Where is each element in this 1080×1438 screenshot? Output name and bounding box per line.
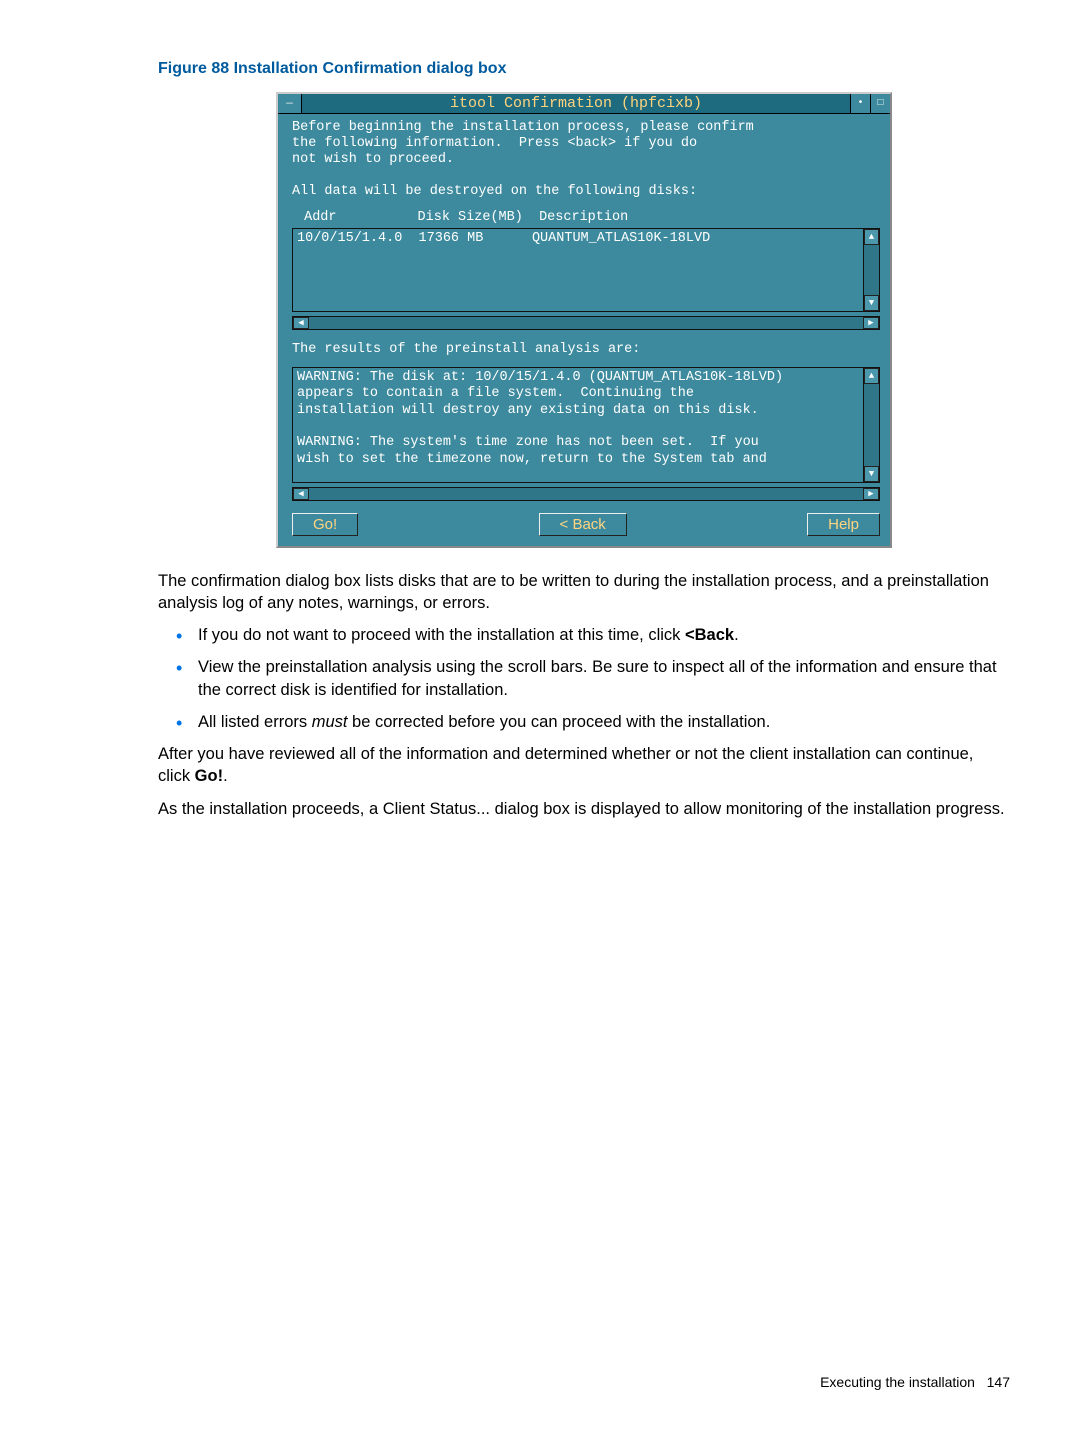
scroll-track[interactable] <box>864 384 879 466</box>
scroll-up-icon[interactable]: ▲ <box>864 368 879 384</box>
footer-section: Executing the installation <box>820 1374 975 1390</box>
list-item: View the preinstallation analysis using … <box>158 656 1010 701</box>
titlebar: — itool Confirmation (hpfcixb) • □ <box>278 94 890 114</box>
maximize-icon[interactable]: □ <box>870 94 890 113</box>
scroll-down-icon[interactable]: ▼ <box>864 466 879 482</box>
li-text: . <box>734 626 739 644</box>
analysis-panel: WARNING: The disk at: 10/0/15/1.4.0 (QUA… <box>292 367 880 483</box>
scrollbar-vertical[interactable]: ▲ ▼ <box>863 368 879 482</box>
scroll-up-icon[interactable]: ▲ <box>864 229 879 245</box>
scroll-down-icon[interactable]: ▼ <box>864 295 879 311</box>
li-text: If you do not want to proceed with the i… <box>198 626 685 644</box>
minimize-icon[interactable]: • <box>850 94 870 113</box>
scroll-h-track[interactable] <box>309 317 863 329</box>
help-button[interactable]: Help <box>807 513 880 536</box>
back-button[interactable]: < Back <box>539 513 627 536</box>
analysis-label: The results of the preinstall analysis a… <box>292 342 880 357</box>
list-item: All listed errors must be corrected befo… <box>158 711 1010 733</box>
figure-caption: Figure 88 Installation Confirmation dial… <box>158 60 1010 78</box>
scroll-right-icon[interactable]: ▶ <box>863 488 879 500</box>
window-menu-icon[interactable]: — <box>278 94 302 113</box>
doc-paragraph: After you have reviewed all of the infor… <box>158 743 1010 788</box>
list-item: If you do not want to proceed with the i… <box>158 624 1010 646</box>
scroll-left-icon[interactable]: ◀ <box>293 317 309 329</box>
back-bold: <Back <box>685 626 734 644</box>
disk-columns-header: Addr Disk Size(MB) Description <box>296 210 880 225</box>
scroll-right-icon[interactable]: ▶ <box>863 317 879 329</box>
window-title: itool Confirmation (hpfcixb) <box>302 94 850 113</box>
scrollbar-vertical[interactable]: ▲ ▼ <box>863 229 879 311</box>
p-text: After you have reviewed all of the infor… <box>158 745 973 785</box>
analysis-text: WARNING: The disk at: 10/0/15/1.4.0 (QUA… <box>293 368 879 482</box>
scroll-h-track[interactable] <box>309 488 863 500</box>
doc-paragraph: As the installation proceeds, a Client S… <box>158 798 1010 820</box>
scrollbar-horizontal[interactable]: ◀ ▶ <box>292 316 880 330</box>
doc-paragraph: The confirmation dialog box lists disks … <box>158 570 1010 615</box>
button-row: Go! < Back Help <box>292 513 880 536</box>
doc-bullet-list: If you do not want to proceed with the i… <box>158 624 1010 733</box>
scroll-track[interactable] <box>864 245 879 295</box>
confirmation-dialog: — itool Confirmation (hpfcixb) • □ Befor… <box>276 92 892 548</box>
must-italic: must <box>312 713 348 731</box>
intro-text: Before beginning the installation proces… <box>292 120 880 200</box>
li-text: All listed errors <box>198 713 312 731</box>
scrollbar-horizontal[interactable]: ◀ ▶ <box>292 487 880 501</box>
p-text: . <box>223 767 228 785</box>
page-footer: Executing the installation 147 <box>820 1374 1010 1390</box>
go-bold: Go! <box>195 767 223 785</box>
go-button[interactable]: Go! <box>292 513 358 536</box>
disk-list-panel: 10/0/15/1.4.0 17366 MB QUANTUM_ATLAS10K-… <box>292 228 880 312</box>
footer-page-number: 147 <box>987 1374 1010 1390</box>
li-text: be corrected before you can proceed with… <box>347 713 770 731</box>
dialog-screenshot: — itool Confirmation (hpfcixb) • □ Befor… <box>276 92 892 548</box>
scroll-left-icon[interactable]: ◀ <box>293 488 309 500</box>
disk-row: 10/0/15/1.4.0 17366 MB QUANTUM_ATLAS10K-… <box>293 229 879 311</box>
